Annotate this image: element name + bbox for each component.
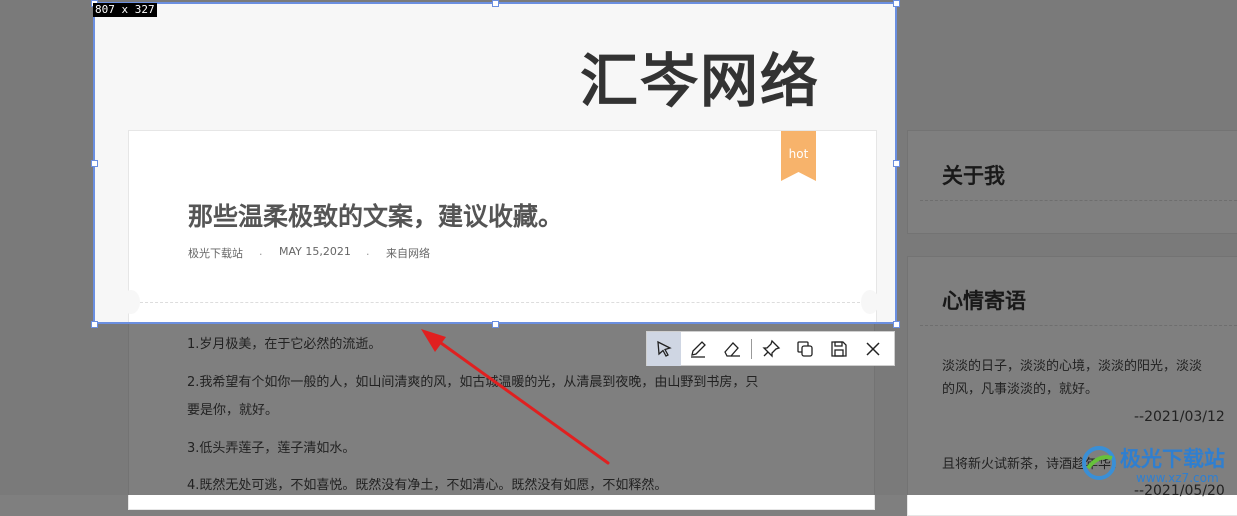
pin-icon[interactable]: [754, 332, 788, 366]
close-icon[interactable]: [856, 332, 890, 366]
save-icon[interactable]: [822, 332, 856, 366]
select-arrow-icon[interactable]: [647, 331, 681, 366]
watermark: 极光下载站 www.xz7.com: [1080, 440, 1237, 495]
capture-toolbar: [646, 331, 895, 366]
watermark-text: 极光下载站: [1120, 447, 1225, 471]
toolbar-separator: [751, 338, 752, 359]
watermark-logo-icon: [1082, 446, 1116, 480]
watermark-url: www.xz7.com: [1136, 471, 1219, 485]
annotation-arrow: [421, 329, 610, 465]
eraser-icon[interactable]: [715, 332, 749, 366]
copy-icon[interactable]: [788, 332, 822, 366]
pen-icon[interactable]: [681, 332, 715, 366]
